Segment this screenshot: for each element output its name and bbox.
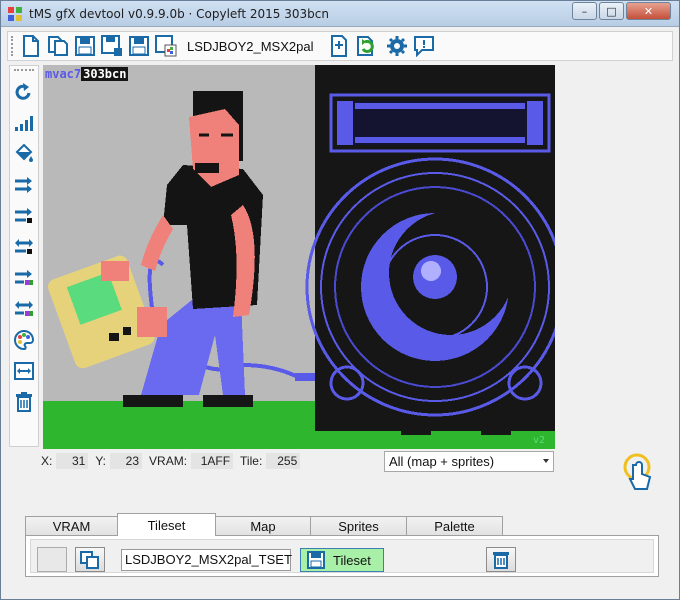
save-icon bbox=[307, 551, 325, 569]
y-value: 23 bbox=[110, 453, 143, 469]
swap-color-both-icon[interactable] bbox=[12, 297, 36, 321]
reload-file-icon[interactable] bbox=[354, 34, 378, 58]
new-file-icon[interactable] bbox=[19, 34, 43, 58]
close-button[interactable]: ✕ bbox=[626, 2, 671, 20]
tab-map[interactable]: Map bbox=[215, 516, 311, 536]
sidebar-grip[interactable] bbox=[14, 69, 34, 73]
coordinate-readout: X: 31 Y: 23 VRAM: 1AFF Tile: 255 bbox=[41, 452, 307, 470]
maximize-button[interactable]: □ bbox=[599, 2, 624, 20]
tab-tileset[interactable]: Tileset bbox=[117, 513, 216, 536]
save-image-icon[interactable] bbox=[154, 34, 178, 58]
window-title: tMS gfX devtool v0.9.9.0b · Copyleft 201… bbox=[29, 7, 329, 21]
hand-pointer-icon[interactable] bbox=[615, 449, 659, 493]
color-swatch-button[interactable] bbox=[37, 547, 67, 572]
palette-icon[interactable] bbox=[12, 328, 36, 352]
vram-value: 1AFF bbox=[191, 453, 234, 469]
resize-icon[interactable] bbox=[12, 359, 36, 383]
delete-tileset-button[interactable] bbox=[486, 547, 516, 572]
tab-vram[interactable]: VRAM bbox=[25, 516, 118, 536]
export-icon[interactable] bbox=[327, 34, 351, 58]
signal-icon[interactable] bbox=[12, 111, 36, 135]
y-label: Y: bbox=[95, 454, 107, 468]
tile-value: 255 bbox=[266, 453, 301, 469]
image-canvas[interactable]: v2 mvac7 303bcn bbox=[43, 65, 555, 449]
main-toolbar: LSDJBOY2_MSX2pal bbox=[7, 31, 673, 61]
x-value: 31 bbox=[56, 453, 89, 469]
duplicate-button[interactable] bbox=[75, 547, 105, 572]
paint-bucket-icon[interactable] bbox=[12, 142, 36, 166]
app-window: tMS gfX devtool v0.9.9.0b · Copyleft 201… bbox=[0, 0, 680, 600]
project-name: LSDJBOY2_MSX2pal bbox=[187, 38, 314, 54]
save-icon[interactable] bbox=[73, 34, 97, 58]
tileset-panel: LSDJBOY2_MSX2pal_TSET Tileset bbox=[25, 535, 659, 577]
save-tileset-button[interactable]: Tileset bbox=[300, 548, 384, 572]
vram-label: VRAM: bbox=[149, 454, 188, 468]
toolbar-grip[interactable] bbox=[11, 36, 15, 56]
tileset-name-field[interactable]: LSDJBOY2_MSX2pal_TSET bbox=[121, 549, 292, 571]
swap-both-icon[interactable] bbox=[12, 235, 36, 259]
undo-icon[interactable] bbox=[12, 80, 36, 104]
copy-file-icon[interactable] bbox=[46, 34, 70, 58]
corner-tag: v2 bbox=[533, 435, 545, 446]
save-tileset-label: Tileset bbox=[333, 552, 371, 568]
save-as-icon[interactable] bbox=[100, 34, 124, 58]
credit-author: mvac7 bbox=[45, 67, 82, 81]
minimize-button[interactable]: – bbox=[572, 2, 597, 20]
view-mode-select[interactable]: All (map + sprites) bbox=[384, 451, 554, 472]
trash-icon[interactable] bbox=[12, 390, 36, 414]
swap-color-icon[interactable] bbox=[12, 266, 36, 290]
tools-sidebar bbox=[9, 65, 39, 447]
credit-label: mvac7 303bcn bbox=[45, 67, 129, 81]
help-icon[interactable] bbox=[412, 34, 436, 58]
trash-icon bbox=[493, 551, 509, 569]
swap-right-icon[interactable] bbox=[12, 173, 36, 197]
tab-sprites[interactable]: Sprites bbox=[310, 516, 407, 536]
tile-label: Tile: bbox=[240, 454, 263, 468]
x-label: X: bbox=[41, 454, 53, 468]
settings-icon[interactable] bbox=[385, 34, 409, 58]
view-mode-value: All (map + sprites) bbox=[389, 454, 495, 469]
save-all-icon[interactable] bbox=[127, 34, 151, 58]
title-bar[interactable]: tMS gfX devtool v0.9.9.0b · Copyleft 201… bbox=[1, 1, 679, 27]
tileset-panel-body: LSDJBOY2_MSX2pal_TSET Tileset bbox=[30, 539, 654, 573]
credit-group: 303bcn bbox=[81, 67, 129, 81]
tab-bar: VRAM Tileset Map Sprites Palette bbox=[25, 513, 503, 536]
copy-icon bbox=[80, 550, 99, 569]
app-icon bbox=[8, 7, 22, 21]
tab-palette[interactable]: Palette bbox=[406, 516, 503, 536]
chevron-down-icon bbox=[543, 459, 549, 463]
swap-left-icon[interactable] bbox=[12, 204, 36, 228]
pixel-art: v2 bbox=[43, 65, 555, 449]
